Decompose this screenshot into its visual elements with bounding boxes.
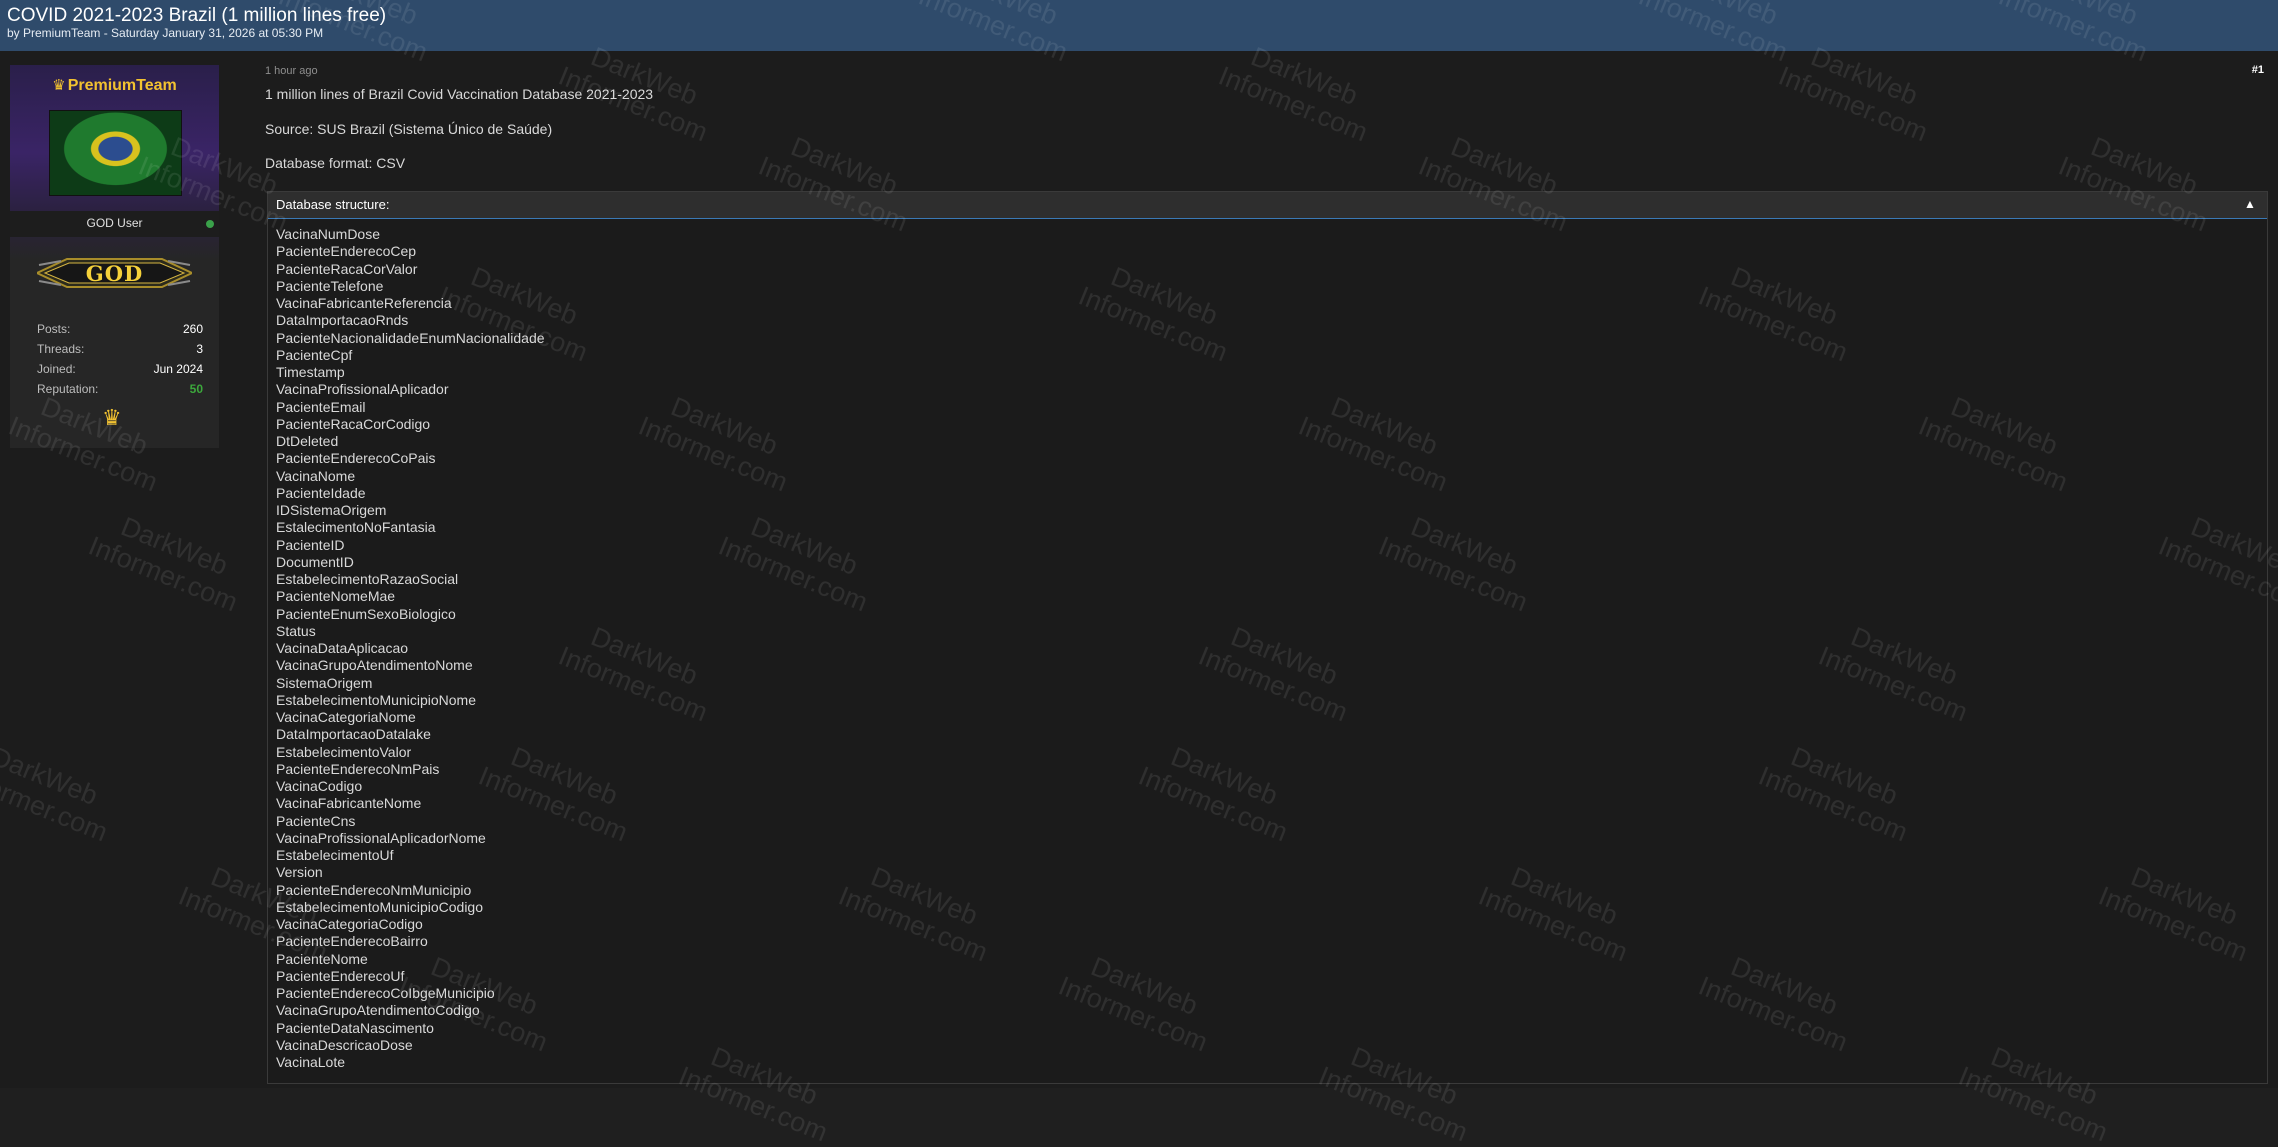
reputation-value[interactable]: 50 [190,382,203,396]
post-timestamp: 1 hour ago [265,65,318,77]
user-rank: GOD User [86,216,143,230]
stat-posts: Posts: 260 [37,322,203,342]
list-item: Status [276,622,316,639]
list-item: PacienteEmail [276,398,366,415]
list-item: PacienteNacionalidadeEnumNacionalidade [276,329,545,346]
spoiler-box: Database structure: ▲ VacinaNumDose Pacie… [267,191,2268,1084]
crown-icon: ♛ [52,77,66,94]
list-item: VacinaNome [276,467,356,484]
list-item: VacinaCodigo [276,778,363,794]
username-text[interactable]: PremiumTeam [68,77,177,94]
list-item: PacienteCns [276,812,356,829]
list-item: PacienteTelefone [276,277,384,294]
list-item: Version [276,864,323,881]
stat-threads: Threads: 3 [37,342,203,362]
list-item: IDSistemaOrigem [276,502,387,518]
list-item: PacienteCpf [276,346,353,363]
list-item: DocumentID [276,553,354,570]
user-panel: ♛ PremiumTeam GOD User GOD Posts: 260 Th… [10,65,219,448]
chevron-up-icon[interactable]: ▲ [2243,197,2257,211]
list-item: EstabelecimentoUf [276,847,394,863]
list-item: PacienteNome [276,950,368,967]
list-item: VacinaGrupoAtendimentoCodigo [276,1002,480,1019]
list-item: PacienteEnumSexoBiologico [276,605,456,622]
list-item: EstabelecimentoMunicipioNome [276,691,476,708]
god-badge-text: GOD [85,261,144,286]
username[interactable]: ♛ PremiumTeam [10,76,219,95]
spoiler-title: Database structure: [276,197,390,212]
list-item: EstabelecimentoValor [276,743,412,760]
list-item: PacienteEnderecoCoPais [276,450,436,467]
list-item: PacienteNomeMae [276,588,396,605]
list-item: PacienteIdade [276,484,366,501]
post-text-line: Database format: CSV [265,155,406,171]
list-item: DtDeleted [276,433,339,449]
list-item: Timestamp [276,364,345,380]
thread-title: COVID 2021-2023 Brazil (1 million lines … [7,5,387,26]
post: ♛ PremiumTeam GOD User GOD Posts: 260 Th… [0,51,2278,1088]
god-rank-badge: GOD [37,253,192,293]
list-item: VacinaGrupoAtendimentoNome [276,657,473,674]
list-item: PacienteEnderecoBairro [276,933,428,950]
stat-label: Joined: [37,362,76,376]
spoiler-header[interactable]: Database structure: ▲ [268,192,2267,219]
list-item: PacienteEnderecoNmMunicipio [276,881,472,898]
list-item: VacinaDescricaoDose [276,1036,413,1053]
online-status-icon [206,220,214,228]
thread-byline[interactable]: by PremiumTeam - Saturday January 31, 20… [7,26,323,40]
post-number-link[interactable]: #1 [2252,64,2264,76]
list-item: EstalecimentoNoFantasia [276,519,436,536]
list-item: VacinaLote [276,1054,346,1070]
list-item: VacinaFabricanteNome [276,795,422,812]
list-item: VacinaCategoriaCodigo [276,916,423,932]
stat-label: Threads: [37,342,85,356]
list-item: PacienteEnderecoNmPais [276,760,440,777]
stat-value: Jun 2024 [153,362,203,376]
list-item: EstabelecimentoRazaoSocial [276,571,459,587]
list-item: DataImportacaoRnds [276,312,409,329]
rank-bar: GOD User [10,211,219,237]
list-item: PacienteEnderecoCoIbgeMunicipio [276,985,495,1001]
stat-joined: Joined: Jun 2024 [37,362,203,382]
stat-label: Posts: [37,322,71,336]
list-item: PacienteRacaCorValor [276,260,418,277]
field-list: VacinaNumDose PacienteEnderecoCep Paciente… [276,226,545,1071]
thread-header: COVID 2021-2023 Brazil (1 million lines … [0,0,2278,52]
stat-label: Reputation: [37,382,99,396]
list-item: PacienteEnderecoUf [276,967,405,984]
list-item: VacinaProfissionalAplicador [276,381,449,398]
avatar[interactable] [49,110,182,196]
stat-value: 3 [196,342,203,356]
list-item: PacienteEnderecoCep [276,243,417,260]
list-item: PacienteDataNascimento [276,1019,434,1036]
list-item: SistemaOrigem [276,674,373,691]
post-text-line: 1 million lines of Brazil Covid Vaccinat… [265,86,654,102]
crown-icon: ♛ [102,405,122,430]
stat-value: 260 [182,322,203,336]
list-item: EstabelecimentoMunicipioCodigo [276,898,484,915]
list-item: VacinaFabricanteReferencia [276,295,452,311]
list-item: DataImportacaoDatalake [276,726,431,743]
post-text-line: Source: SUS Brazil (Sistema Único de Saú… [265,121,553,137]
list-item: PacienteID [276,536,345,553]
list-item: VacinaDataAplicacao [276,640,409,656]
stat-reputation: Reputation: 50 [37,382,203,402]
list-item: VacinaNumDose [276,226,381,242]
list-item: PacienteRacaCorCodigo [276,415,431,432]
list-item: VacinaCategoriaNome [276,709,416,725]
list-item: VacinaProfissionalAplicadorNome [276,829,486,846]
user-stats: Posts: 260 Threads: 3 Joined: Jun 2024 R… [37,322,203,402]
